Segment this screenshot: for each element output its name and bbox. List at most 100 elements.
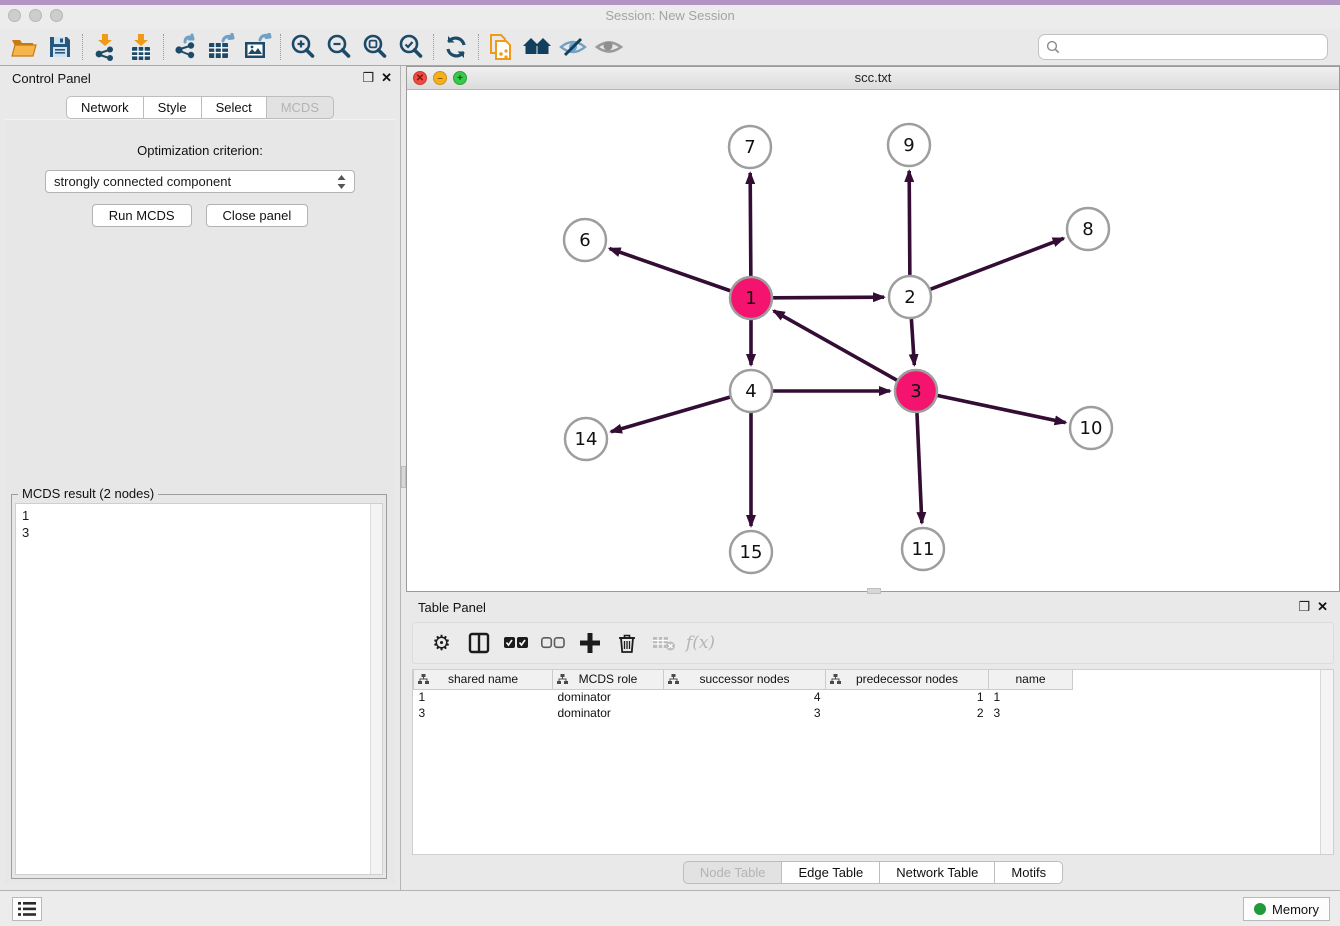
task-list-icon (18, 902, 36, 916)
control-panel-title: Control Panel (12, 71, 91, 86)
zoom-selected-icon[interactable] (393, 31, 429, 63)
result-scrollbar[interactable] (370, 504, 382, 874)
save-session-icon[interactable] (42, 31, 78, 63)
graph-edge-2-3[interactable] (911, 319, 914, 365)
graph-edge-1-6[interactable] (610, 249, 731, 291)
graph-edge-4-14[interactable] (611, 397, 730, 432)
clone-network-icon[interactable] (483, 31, 519, 63)
cell-shared-name[interactable]: 1 (414, 689, 553, 705)
table-scrollbar[interactable] (1320, 670, 1333, 854)
export-image-icon[interactable] (240, 31, 276, 63)
mcds-result-group: MCDS result (2 nodes) 1 3 (11, 494, 387, 879)
deselect-all-columns-icon[interactable] (534, 626, 571, 660)
graph-edge-3-10[interactable] (938, 396, 1066, 423)
hide-selected-icon[interactable] (555, 31, 591, 63)
search-icon (1046, 40, 1060, 54)
delete-column-icon[interactable] (608, 626, 645, 660)
float-table-panel-icon[interactable]: ❒ (1298, 599, 1310, 615)
tab-select[interactable]: Select (201, 96, 266, 119)
tab-style[interactable]: Style (143, 96, 201, 119)
refresh-layout-icon[interactable] (438, 31, 474, 63)
cell-successor-nodes[interactable]: 3 (664, 705, 826, 721)
graph-edge-3-11[interactable] (917, 413, 922, 523)
cell-name[interactable]: 1 (989, 689, 1073, 705)
column-header-MCDS-role[interactable]: MCDS role (553, 670, 664, 689)
memory-status-dot (1254, 903, 1266, 915)
network-view-window: ✕ – + scc.txt 7968124314101511 (406, 66, 1340, 592)
graph-edge-1-7[interactable] (750, 173, 751, 276)
tab-motifs[interactable]: Motifs (994, 861, 1063, 884)
main-toolbar (0, 29, 1340, 66)
graph-edge-2-8[interactable] (931, 238, 1064, 289)
show-all-icon[interactable] (591, 31, 627, 63)
create-column-icon[interactable] (571, 626, 608, 660)
cell-successor-nodes[interactable]: 4 (664, 689, 826, 705)
table-panel-header: Table Panel ❒ ✕ (406, 595, 1340, 621)
column-header-shared-name[interactable]: shared name (414, 670, 553, 689)
node-table: shared nameMCDS rolesuccessor nodesprede… (412, 669, 1334, 855)
graph-node-label: 2 (904, 287, 915, 308)
cell-shared-name[interactable]: 3 (414, 705, 553, 721)
table-header-row: shared nameMCDS rolesuccessor nodesprede… (414, 670, 1073, 689)
optimization-criterion-dropdown[interactable]: strongly connected component (45, 170, 355, 193)
export-table-icon[interactable] (204, 31, 240, 63)
export-network-icon[interactable] (168, 31, 204, 63)
graph-edge-2-9[interactable] (909, 171, 910, 275)
tab-network[interactable]: Network (66, 96, 143, 119)
status-bar: Memory (0, 890, 1340, 926)
cell-MCDS-role[interactable]: dominator (553, 689, 664, 705)
graph-node-label: 6 (579, 230, 590, 251)
network-window-titlebar[interactable]: ✕ – + scc.txt (407, 67, 1339, 90)
graph-node-label: 14 (575, 429, 598, 450)
graph-edge-1-2[interactable] (773, 297, 884, 298)
import-network-icon[interactable] (87, 31, 123, 63)
graph-node-label: 10 (1080, 418, 1103, 439)
graph-edge-3-1[interactable] (774, 311, 897, 380)
import-table-icon[interactable] (123, 31, 159, 63)
memory-label: Memory (1272, 902, 1319, 917)
graph-node-label: 15 (740, 542, 763, 563)
tab-mcds[interactable]: MCDS (266, 96, 334, 119)
control-panel-tabs: NetworkStyleSelectMCDS (0, 96, 400, 119)
network-canvas[interactable]: 7968124314101511 (407, 90, 1339, 591)
column-header-successor-nodes[interactable]: successor nodes (664, 670, 826, 689)
zoom-out-icon[interactable] (321, 31, 357, 63)
close-panel-button[interactable]: Close panel (206, 204, 309, 227)
horizontal-splitter-grip[interactable] (867, 588, 881, 594)
toolbar-separator (280, 34, 281, 60)
show-columns-icon[interactable] (460, 626, 497, 660)
mcds-result-box[interactable]: 1 3 (15, 503, 383, 875)
close-table-panel-icon[interactable]: ✕ (1317, 599, 1328, 615)
table-row[interactable]: 3dominator323 (414, 705, 1073, 721)
cell-predecessor-nodes[interactable]: 1 (826, 689, 989, 705)
column-header-name[interactable]: name (989, 670, 1073, 689)
search-input[interactable] (1065, 40, 1327, 55)
zoom-fit-icon[interactable] (357, 31, 393, 63)
table-row[interactable]: 1dominator411 (414, 689, 1073, 705)
network-window-title: scc.txt (407, 70, 1339, 85)
window-title: Session: New Session (0, 8, 1340, 23)
open-session-icon[interactable] (6, 31, 42, 63)
table-panel-title: Table Panel (418, 600, 486, 615)
task-history-button[interactable] (12, 897, 42, 921)
run-mcds-button[interactable]: Run MCDS (92, 204, 192, 227)
graph-node-label: 4 (745, 381, 756, 402)
table-settings-gear-icon[interactable]: ⚙ (423, 626, 460, 660)
tab-network-table[interactable]: Network Table (879, 861, 994, 884)
home-view-icon[interactable] (519, 31, 555, 63)
dropdown-stepper-icon (337, 175, 346, 189)
tab-node-table[interactable]: Node Table (683, 861, 782, 884)
cell-name[interactable]: 3 (989, 705, 1073, 721)
cell-predecessor-nodes[interactable]: 2 (826, 705, 989, 721)
cell-MCDS-role[interactable]: dominator (553, 705, 664, 721)
column-header-predecessor-nodes[interactable]: predecessor nodes (826, 670, 989, 689)
memory-button[interactable]: Memory (1243, 897, 1330, 921)
close-panel-icon[interactable]: ✕ (381, 70, 392, 86)
select-all-columns-icon[interactable] (497, 626, 534, 660)
window-titlebar: Session: New Session (0, 5, 1340, 29)
search-field[interactable] (1038, 34, 1328, 60)
zoom-in-icon[interactable] (285, 31, 321, 63)
float-panel-icon[interactable]: ❒ (362, 70, 374, 86)
graph-node-label: 3 (910, 381, 921, 402)
tab-edge-table[interactable]: Edge Table (781, 861, 879, 884)
